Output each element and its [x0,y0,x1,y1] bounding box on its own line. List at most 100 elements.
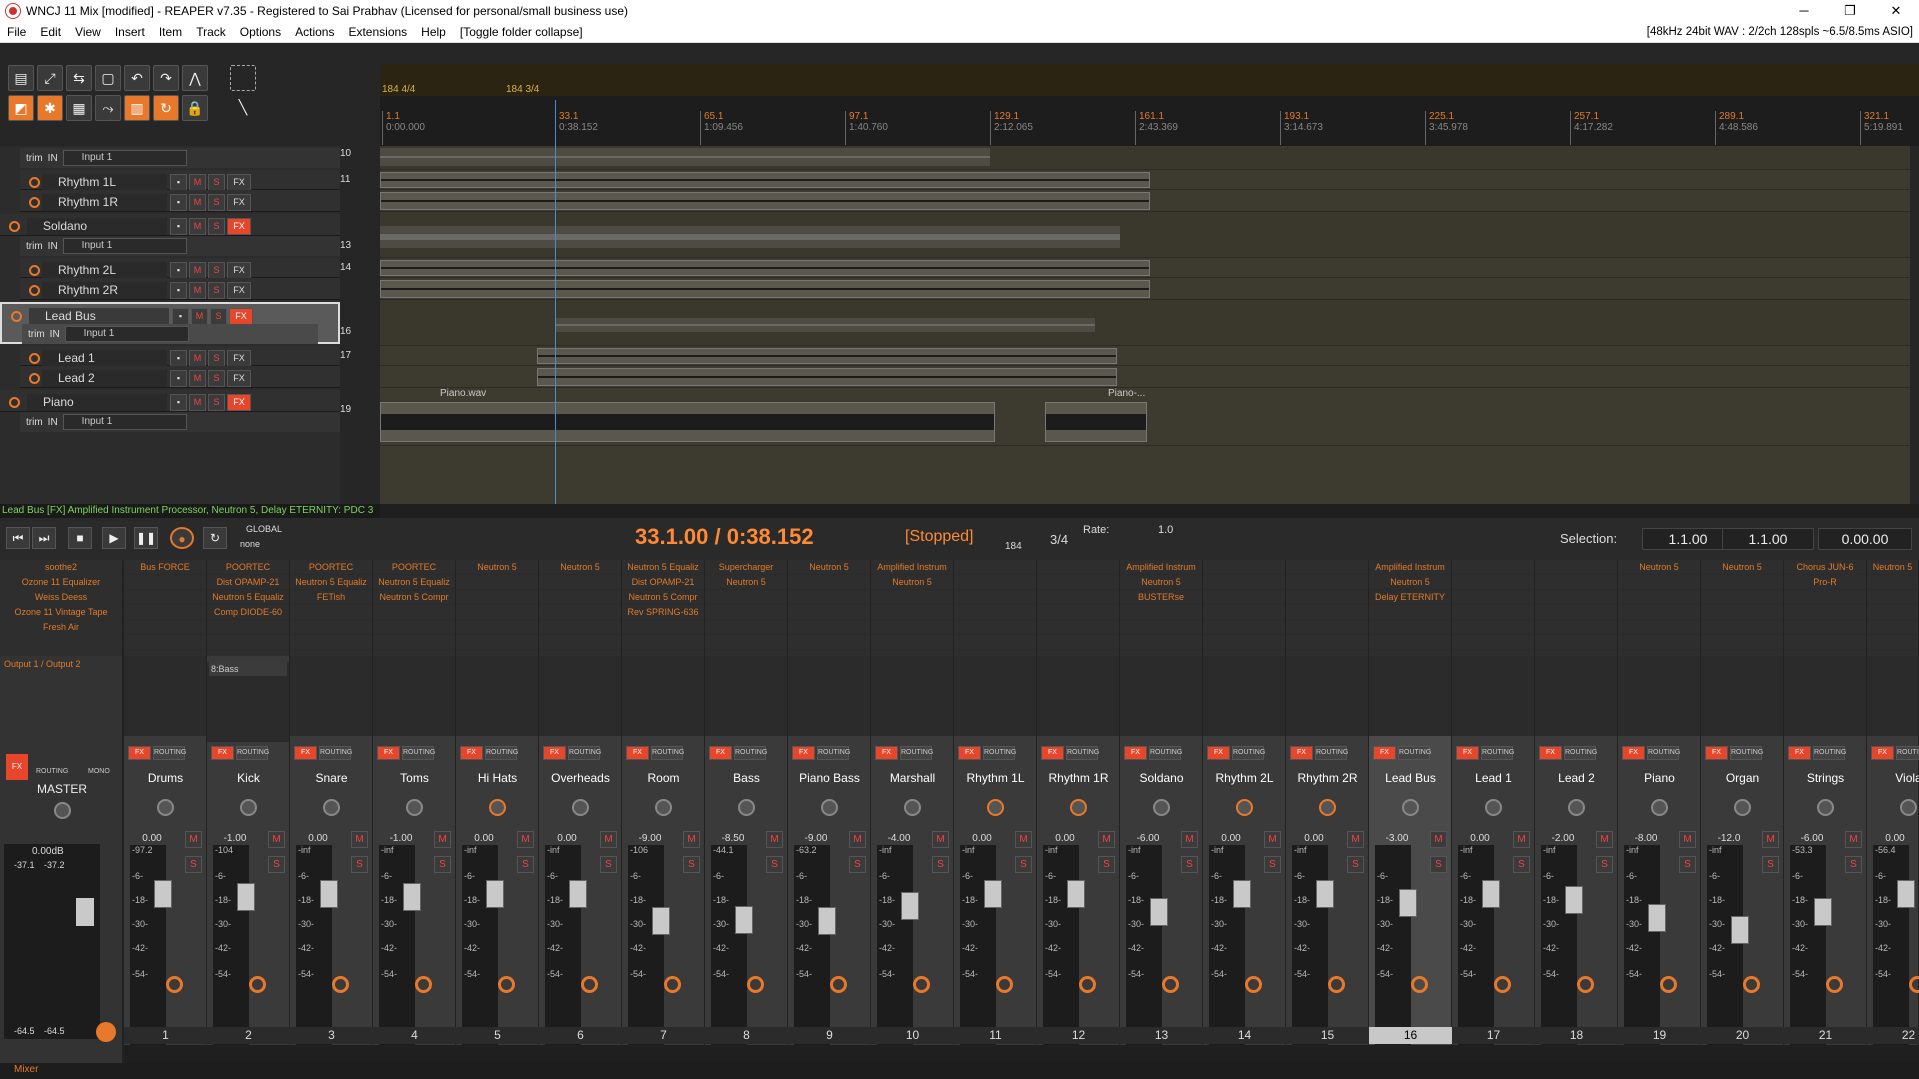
fx-slot-empty[interactable] [1535,605,1617,620]
strip-name[interactable]: Piano [1618,771,1701,785]
routing-button[interactable]: ROUTING [1813,746,1846,760]
mute-button[interactable]: M [189,174,206,191]
fx-slot-empty[interactable] [1452,575,1534,590]
open-project-icon[interactable]: ⤢ [37,65,63,91]
fx-slot-empty[interactable] [1286,605,1368,620]
record-arm-icon[interactable] [29,285,40,296]
marquee-icon[interactable] [230,65,256,91]
mixer-strip[interactable]: Amplified Instrum Neutron 5 Delay ETERNITY… [1369,560,1452,1075]
fx-slot-empty[interactable] [539,605,621,620]
fx-slot-empty[interactable] [1452,560,1534,575]
record-arm-icon[interactable] [664,976,681,993]
fx-slot[interactable]: Ozone 11 Equalizer [0,575,122,590]
strip-name[interactable]: Kick [207,771,290,785]
record-arm-icon[interactable] [830,976,847,993]
strip-name[interactable]: Snare [290,771,373,785]
menu-extensions[interactable]: Extensions [341,25,414,39]
fx-slot-empty[interactable] [1203,620,1285,635]
fx-button[interactable]: FX [1788,746,1811,760]
record-arm-icon[interactable] [1660,976,1677,993]
mixer-strip[interactable]: Amplified Instrum Neutron 5 FX ROUTING Ma… [871,560,954,1075]
fx-slot-empty[interactable] [1369,605,1451,620]
fx-slot-empty[interactable] [1369,635,1451,650]
fx-slot-empty[interactable] [1701,635,1783,650]
volume-fader[interactable] [486,880,504,908]
fx-slot-empty[interactable] [1369,620,1451,635]
lock-icon[interactable]: 🔒 [182,95,208,121]
mute-button[interactable]: M [1762,831,1779,848]
track-lead-1[interactable]: Lead 1 ▪ M S FX [20,346,340,367]
mute-button[interactable]: M [1181,831,1198,848]
solo-button[interactable]: S [683,856,700,873]
fx-slot-empty[interactable] [1452,605,1534,620]
record-arm-icon[interactable] [249,976,266,993]
fx-slot-empty[interactable] [1037,635,1119,650]
route-button[interactable]: ▪ [170,350,187,367]
fx-button[interactable]: FX [227,262,251,279]
input-monitor-label[interactable]: IN [48,241,58,252]
solo-button[interactable]: S [766,856,783,873]
record-arm-icon[interactable] [1411,976,1428,993]
track-lane[interactable] [380,170,1910,190]
routing-button[interactable]: ROUTING [153,746,186,760]
fx-slot-empty[interactable] [1867,605,1918,620]
routing-button[interactable]: ROUTING [1315,746,1348,760]
strip-name[interactable]: Piano Bass [788,771,871,785]
routing-button[interactable]: ROUTING [236,746,269,760]
pan-knob[interactable] [1319,799,1336,816]
solo-button[interactable]: S [208,174,225,191]
fx-slot[interactable]: Neutron 5 [456,560,538,575]
fx-button[interactable]: FX [875,746,898,760]
fx-button[interactable]: FX [229,308,253,325]
fx-slot-empty[interactable] [1867,635,1918,650]
fx-slot[interactable]: Rev SPRING-636 [622,605,704,620]
mute-button[interactable]: M [1845,831,1862,848]
track-lane[interactable]: Piano.wav Piano-... [380,388,1910,446]
fx-slot-empty[interactable] [207,620,289,635]
solo-button[interactable]: S [185,856,202,873]
master-mono[interactable]: MONO [88,768,110,775]
track-piano[interactable]: Piano ▪ M S FX [0,390,340,412]
fx-slot-empty[interactable] [705,620,787,635]
tempo-marker-1[interactable]: 184 4/4 [382,84,415,95]
route-button[interactable]: ▪ [170,262,187,279]
bpm-display[interactable]: 184 [1005,541,1022,552]
pan-knob[interactable] [323,799,340,816]
record-arm-icon[interactable] [29,177,40,188]
mute-button[interactable]: M [434,831,451,848]
mixer-strip[interactable]: FX ROUTING Rhythm 2L 0.00 -inf -6- -18- … [1203,560,1286,1075]
fx-button[interactable]: FX [1622,746,1645,760]
routing-button[interactable]: ROUTING [319,746,352,760]
track-lead-bus[interactable]: Lead Bus ▪ M S FX trim IN Input 1 [0,302,340,344]
route-button[interactable]: ▪ [170,174,187,191]
fx-slot-empty[interactable] [705,590,787,605]
strip-name[interactable]: Strings [1784,771,1867,785]
volume-fader[interactable] [237,883,255,911]
fx-slot-empty[interactable] [954,575,1036,590]
volume-readout[interactable]: -6.00 [1124,833,1172,844]
fx-slot-empty[interactable] [290,605,372,620]
input-select[interactable]: Input 1 [64,326,189,342]
mute-button[interactable]: M [189,194,206,211]
mute-button[interactable]: M [189,282,206,299]
volume-fader[interactable] [901,892,919,920]
fx-slot-empty[interactable] [1452,635,1534,650]
fx-slot[interactable]: Supercharger [705,560,787,575]
fx-slot-empty[interactable] [1286,620,1368,635]
record-arm-icon[interactable] [581,976,598,993]
fx-slot-empty[interactable] [1037,590,1119,605]
fx-slot[interactable]: POORTEC [207,560,289,575]
media-item[interactable] [380,172,1150,188]
solo-button[interactable]: S [849,856,866,873]
fx-slot[interactable]: Weiss Deess [0,590,122,605]
fx-slot-empty[interactable] [788,575,870,590]
strip-name[interactable]: Viola [1867,771,1919,785]
fx-slot-empty[interactable] [1037,575,1119,590]
track-rhythm-2r[interactable]: Rhythm 2R ▪ M S FX [20,278,340,300]
solo-button[interactable]: S [268,856,285,873]
fx-button[interactable]: FX [543,746,566,760]
mute-button[interactable]: M [1347,831,1364,848]
master-record-icon[interactable] [96,1022,116,1042]
settings-icon[interactable]: ▢ [95,65,121,91]
track-lane[interactable] [380,300,1910,346]
